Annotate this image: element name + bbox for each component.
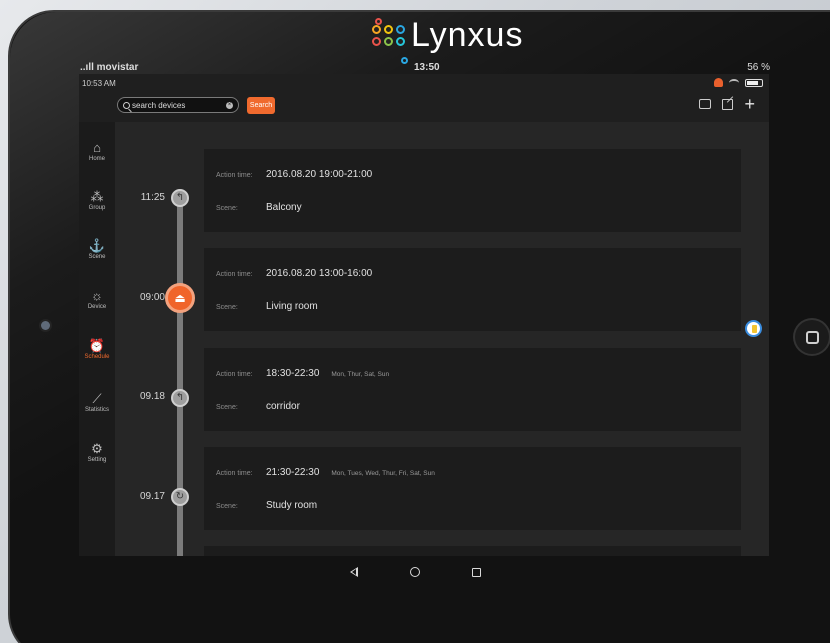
camera-dot: [41, 321, 50, 330]
battery-level: 56 %: [747, 62, 770, 73]
schedule-card[interactable]: Action time: 2016.08.20 13:00-16:00 Scen…: [204, 248, 741, 331]
home-circle-icon[interactable]: [410, 567, 420, 577]
scene-value: corridor: [266, 401, 300, 412]
scene-value: Living room: [266, 301, 318, 312]
home-icon: ⌂: [93, 140, 101, 155]
logo-dots-icon: [372, 24, 405, 46]
sidebar-item-statistics[interactable]: ⟋ Statistics: [79, 391, 115, 431]
sidebar-item-label: Setting: [87, 457, 107, 463]
android-nav-bar: [330, 563, 530, 581]
action-time-label: Action time:: [216, 371, 253, 378]
scene-label: Scene:: [216, 503, 238, 510]
scene-icon: ⚓: [88, 238, 106, 253]
status-icons: [714, 78, 763, 87]
timeline-node-icon[interactable]: ↻: [171, 488, 189, 506]
action-time-label: Action time:: [216, 470, 253, 477]
action-time-value: 2016.08.20 19:00-21:00: [266, 169, 373, 180]
brand-logo: Lynxus: [372, 18, 523, 52]
square-icon: [805, 330, 819, 344]
schedule-card[interactable]: [204, 546, 741, 556]
timeline-time: 09:00: [139, 292, 165, 303]
app-screen: 10:53 AM × Search + ⌂ Home ⁂ Group ⚓ Sce…: [79, 74, 769, 556]
toolbar-actions: +: [699, 95, 755, 113]
action-time-value: 2016.08.20 13:00-16:00: [266, 268, 373, 279]
schedule-timeline: 11:25 ↰ Action time: 2016.08.20 19:00-21…: [115, 122, 769, 556]
add-icon[interactable]: +: [744, 95, 755, 113]
edit-icon[interactable]: [722, 98, 734, 110]
schedule-card[interactable]: Action time: 21:30-22:30 Mon, Tues, Wed,…: [204, 447, 741, 530]
search-icon: [123, 101, 130, 109]
carrier-label: ..ıll movistar: [80, 62, 139, 73]
sidebar-item-label: Group: [88, 205, 106, 211]
scene-label: Scene:: [216, 205, 238, 212]
status-time: 10:53 AM: [82, 79, 116, 88]
timeline-node-active-icon[interactable]: ⏏: [165, 283, 195, 313]
schedule-card[interactable]: Action time: 2016.08.20 19:00-21:00 Scen…: [204, 149, 741, 232]
repeat-days: Mon, Tues, Wed, Thur, Fri, Sat, Sun: [331, 470, 435, 477]
back-icon[interactable]: [350, 567, 358, 577]
sidebar-item-label: Device: [87, 304, 107, 310]
sidebar-item-schedule[interactable]: ⏰ Schedule: [79, 338, 115, 378]
sidebar-item-label: Statistics: [84, 407, 109, 413]
alert-icon: [714, 78, 723, 87]
timeline-time: 09.17: [139, 491, 165, 502]
floating-assistant-icon[interactable]: [745, 320, 762, 337]
recent-apps-icon[interactable]: [472, 567, 481, 577]
sidebar-item-device[interactable]: ☼ Device: [79, 288, 115, 328]
setting-icon: ⚙: [91, 441, 103, 456]
message-icon[interactable]: [699, 99, 712, 109]
sidebar-item-label: Scene: [88, 254, 106, 260]
battery-icon: [745, 78, 763, 87]
sidebar-item-home[interactable]: ⌂ Home: [79, 140, 115, 180]
search-box[interactable]: ×: [117, 97, 239, 113]
scene-value: Study room: [266, 500, 318, 511]
timeline-node-icon[interactable]: ↰: [171, 389, 189, 407]
statistics-icon: ⟋: [92, 391, 102, 406]
scene-value: Balcony: [266, 202, 302, 213]
action-time-label: Action time:: [216, 172, 253, 179]
search-input[interactable]: [132, 100, 226, 110]
timeline-time: 09.18: [139, 391, 165, 402]
sidebar-item-label: Home: [88, 156, 105, 162]
clock: 13:50: [414, 62, 440, 73]
group-icon: ⁂: [90, 189, 104, 204]
sidebar: ⌂ Home ⁂ Group ⚓ Scene ☼ Device ⏰ Schedu…: [79, 122, 115, 556]
sidebar-item-label: Schedule: [84, 354, 110, 360]
timeline-node-icon[interactable]: ↰: [171, 189, 189, 207]
wifi-icon: [729, 78, 739, 87]
action-time-value: 18:30-22:30: [266, 368, 320, 379]
status-bar: 10:53 AM: [79, 74, 769, 90]
scene-label: Scene:: [216, 404, 238, 411]
schedule-icon: ⏰: [88, 338, 106, 353]
search-button[interactable]: Search: [247, 97, 275, 114]
sidebar-item-setting[interactable]: ⚙ Setting: [79, 441, 115, 481]
timeline-time: 11:25: [140, 192, 165, 203]
device-status-bar: ..ıll movistar 13:50 56 %: [80, 62, 770, 74]
action-time-value: 21:30-22:30: [266, 467, 320, 478]
action-time-label: Action time:: [216, 271, 253, 278]
brand-name: Lynxus: [411, 16, 524, 54]
sidebar-item-group[interactable]: ⁂ Group: [79, 189, 115, 229]
scene-label: Scene:: [216, 304, 238, 311]
repeat-days: Mon, Thur, Sat, Sun: [331, 371, 390, 378]
schedule-card[interactable]: Action time: 18:30-22:30 Mon, Thur, Sat,…: [204, 348, 741, 431]
device-icon: ☼: [91, 288, 103, 303]
hardware-home-button[interactable]: [795, 320, 829, 354]
sidebar-item-scene[interactable]: ⚓ Scene: [79, 238, 115, 278]
clear-icon[interactable]: ×: [226, 101, 233, 109]
